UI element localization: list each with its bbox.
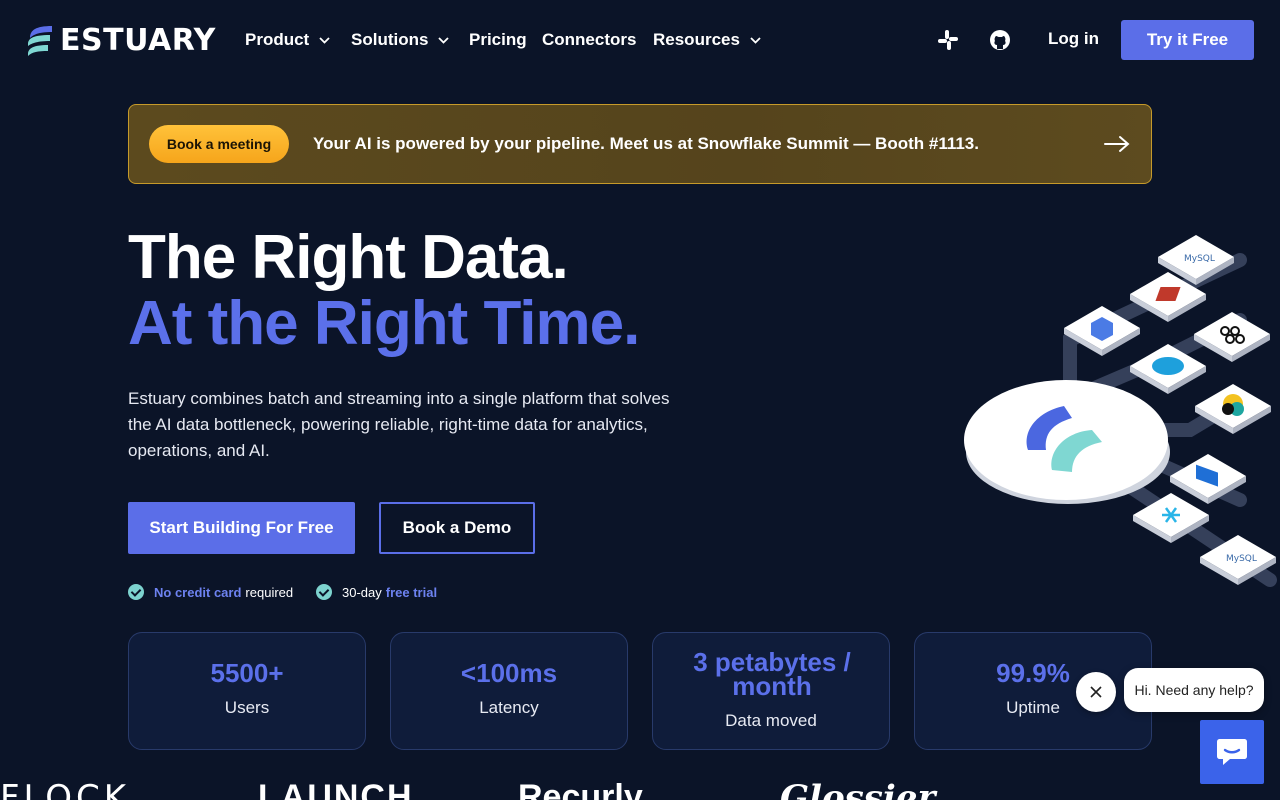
chat-launcher-button[interactable] [1200, 720, 1264, 784]
stat-card-uptime: 99.9% Uptime [914, 632, 1152, 750]
stat-card-data-moved: 3 petabytes / month Data moved [652, 632, 890, 750]
stat-label: Uptime [1006, 698, 1060, 717]
hero-description: Estuary combines batch and streaming int… [128, 389, 670, 460]
customer-logo-glossier: Glossier [780, 778, 936, 800]
connectors-illustration: MySQL MySQL [964, 235, 1277, 587]
stat-label: Users [224, 698, 270, 717]
slack-icon[interactable] [937, 29, 959, 51]
chat-icon [1217, 739, 1247, 765]
book-meeting-button[interactable]: Book a meeting [149, 125, 289, 163]
stat-label: Data moved [725, 711, 817, 730]
perk-text: 30-day [342, 584, 382, 600]
stat-card-latency: <100ms Latency [390, 632, 628, 750]
nav-pricing[interactable]: Pricing [469, 28, 527, 52]
start-building-button[interactable]: Start Building For Free [128, 502, 355, 554]
check-icon [128, 584, 144, 600]
customer-logo-flock: FLOCK [0, 778, 131, 800]
top-navigation: ESTUARY Product Solutions Pricing Connec… [0, 0, 1280, 80]
nav-product[interactable]: Product [245, 28, 330, 52]
perk-highlight: free trial [385, 584, 438, 600]
arrow-right-icon[interactable] [1103, 134, 1131, 154]
stat-value: <100ms [460, 658, 558, 688]
nav-connectors-label: Connectors [542, 30, 637, 49]
check-icon [316, 584, 332, 600]
chevron-down-icon [438, 36, 450, 44]
stat-value: 99.9% [996, 658, 1070, 688]
chevron-down-icon [750, 36, 761, 44]
stat-value: 3 petabytes / month [693, 647, 851, 701]
estuary-logo-icon [28, 26, 52, 56]
try-free-button[interactable]: Try it Free [1121, 20, 1254, 60]
stat-label: Latency [479, 698, 539, 717]
chat-greeting-bubble[interactable]: Hi. Need any help? [1124, 668, 1264, 712]
brand-name: ESTUARY [60, 23, 216, 58]
nav-resources[interactable]: Resources [653, 28, 761, 52]
perk-highlight: No credit card [154, 584, 242, 600]
announcement-banner[interactable]: Book a meeting Your AI is powered by you… [128, 104, 1152, 184]
stat-card-users: 5500+ Users [128, 632, 366, 750]
github-icon[interactable] [989, 29, 1011, 51]
perk-text: required [245, 584, 294, 600]
svg-text:MySQL: MySQL [1184, 254, 1215, 264]
hero-title-line-1: The Right Data. [128, 223, 569, 292]
nav-solutions-label: Solutions [351, 30, 429, 49]
estuary-logo[interactable]: ESTUARY [26, 24, 216, 58]
nav-solutions[interactable]: Solutions [351, 28, 450, 52]
nav-pricing-label: Pricing [469, 30, 527, 49]
login-link[interactable]: Log in [1048, 29, 1099, 49]
nav-connectors[interactable]: Connectors [542, 28, 636, 52]
hero-title-line-2: At the Right Time. [128, 289, 640, 358]
nav-product-label: Product [245, 30, 310, 49]
book-demo-button[interactable]: Book a Demo [379, 502, 535, 554]
chevron-down-icon [319, 36, 330, 44]
banner-text: Your AI is powered by your pipeline. Mee… [313, 134, 979, 153]
close-icon [1090, 686, 1102, 698]
customer-logo-launch: LAUNCH [258, 778, 414, 800]
stat-value: 5500+ [210, 658, 284, 688]
customer-logo-recurly: Recurly [518, 778, 643, 800]
svg-text:MySQL: MySQL [1226, 554, 1257, 564]
chat-close-button[interactable] [1076, 672, 1116, 712]
perk-no-credit-card: No credit card required [128, 584, 293, 600]
nav-resources-label: Resources [653, 30, 740, 49]
perk-free-trial: 30-day free trial [316, 584, 437, 600]
